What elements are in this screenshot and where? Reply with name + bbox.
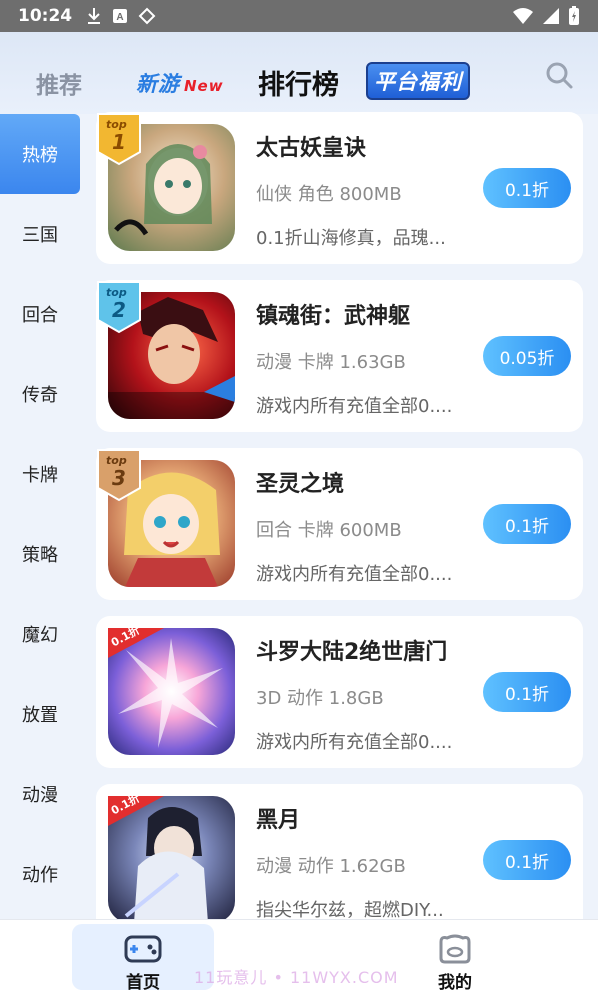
game-card[interactable]: top 2 镇魂街：武神躯 动漫 卡牌 1.63GB 游戏内所有充值全部0...… [96,280,583,432]
game-meta: 仙侠 角色 800MB [256,184,402,205]
sidebar-item-three-kingdoms[interactable]: 三国 [0,194,80,274]
discount-button[interactable]: 0.1折 [483,168,571,208]
discount-button[interactable]: 0.1折 [483,504,571,544]
tab-new-label: 新游 [136,72,180,96]
game-title: 斗罗大陆2绝世唐门 [256,640,448,665]
gamepad-icon [124,935,162,963]
nav-home[interactable]: 首页 [72,924,214,993]
game-meta: 回合 卡牌 600MB [256,520,402,541]
signal-icon [543,8,559,24]
rank-badge-number: 1 [112,130,126,154]
game-card[interactable]: 0.1折 黑月 动漫 动作 1.62GB 指尖华尔兹，超燃DIY... 0.1折 [96,784,583,936]
rank-badge-number: 2 [112,298,126,322]
game-card[interactable]: top 1 太古妖皇诀 仙侠 角色 800MB 0.1折山海修真，品瑰... 0… [96,112,583,264]
game-description: 游戏内所有充值全部0.... [256,732,453,753]
category-sidebar: 热榜 三国 回合 传奇 卡牌 策略 魔幻 放置 动漫 动作 [0,114,80,919]
status-time: 10:24 [18,6,73,26]
status-bar: 10:24 A [0,0,598,32]
sidebar-item-anime[interactable]: 动漫 [0,754,80,834]
game-list: top 1 太古妖皇诀 仙侠 角色 800MB 0.1折山海修真，品瑰... 0… [96,112,583,952]
sidebar-item-idle[interactable]: 放置 [0,674,80,754]
watermark: 11玩意儿 • 11WYX.COM [194,968,399,987]
download-icon [88,8,101,24]
tag-icon [138,7,156,25]
game-title: 黑月 [256,808,301,833]
game-meta: 动漫 动作 1.62GB [256,856,406,877]
tab-platform-welfare[interactable]: 平台福利 [366,62,470,100]
nav-mine-label: 我的 [438,973,472,993]
game-card[interactable]: 0.1折 斗罗大陆2绝世唐门 3D 动作 1.8GB 游戏内所有充值全部0...… [96,616,583,768]
sidebar-item-card[interactable]: 卡牌 [0,434,80,514]
rank-badge-number: 3 [112,466,126,490]
discount-button[interactable]: 0.1折 [483,840,571,880]
sidebar-item-turn-based[interactable]: 回合 [0,274,80,354]
game-meta: 3D 动作 1.8GB [256,688,384,709]
profile-face-icon [439,934,471,964]
sidebar-item-legend[interactable]: 传奇 [0,354,80,434]
sidebar-item-action[interactable]: 动作 [0,834,80,914]
sidebar-item-fantasy[interactable]: 魔幻 [0,594,80,674]
new-tag: New [184,77,224,95]
battery-icon [569,6,579,25]
wifi-icon [513,8,533,24]
game-title: 太古妖皇诀 [256,136,367,161]
game-title: 镇魂街：武神躯 [256,304,411,329]
tab-recommend[interactable]: 推荐 [36,66,82,100]
tab-new-games[interactable]: 新游 New [136,68,224,98]
sidebar-item-strategy[interactable]: 策略 [0,514,80,594]
game-title: 圣灵之境 [256,472,345,497]
game-description: 游戏内所有充值全部0.... [256,396,453,417]
game-card[interactable]: top 3 圣灵之境 回合 卡牌 600MB 游戏内所有充值全部0.... 0.… [96,448,583,600]
top-header: 推荐 新游 New 排行榜 平台福利 [0,32,598,114]
sidebar-item-hot[interactable]: 热榜 [0,114,80,194]
game-meta: 动漫 卡牌 1.63GB [256,352,406,373]
tab-ranking[interactable]: 排行榜 [258,63,339,102]
svg-text:A: A [117,12,124,23]
text-notification-icon: A [113,9,128,23]
nav-mine[interactable]: 我的 [420,924,490,993]
search-icon[interactable] [544,60,574,90]
discount-button[interactable]: 0.1折 [483,672,571,712]
game-description: 0.1折山海修真，品瑰... [256,228,446,249]
game-description: 游戏内所有充值全部0.... [256,564,453,585]
discount-button[interactable]: 0.05折 [483,336,571,376]
nav-home-label: 首页 [126,973,160,993]
